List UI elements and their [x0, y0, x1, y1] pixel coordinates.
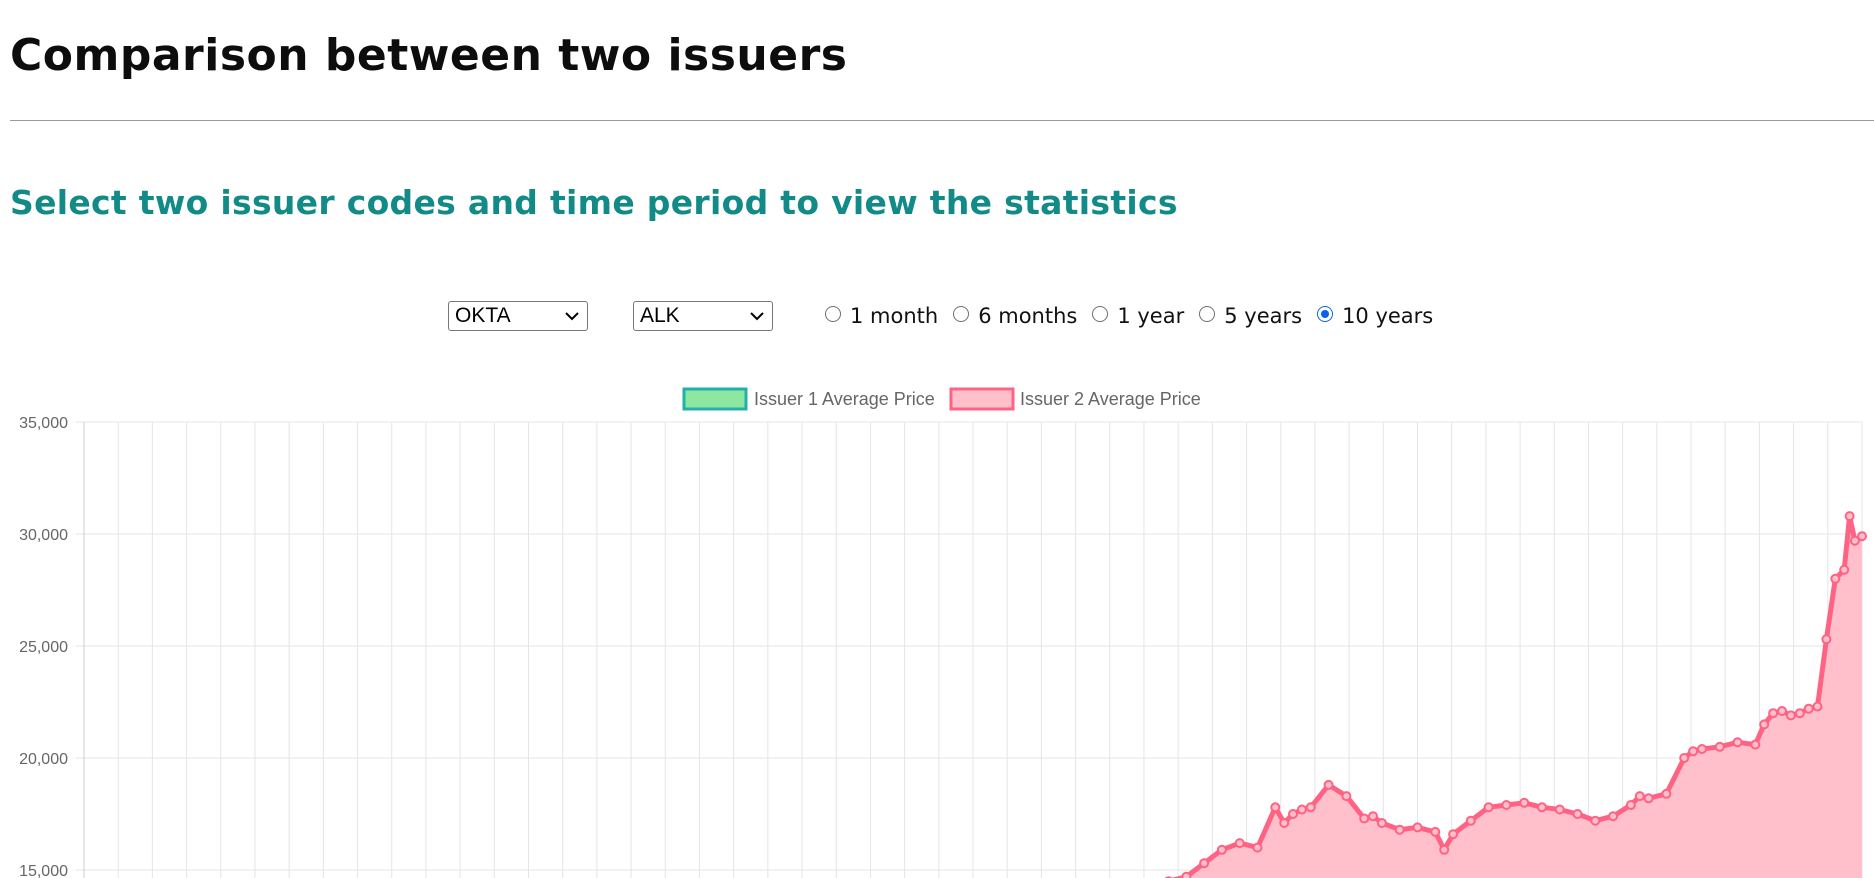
issuer-2-point[interactable] [1234, 838, 1245, 849]
issuer-2-point[interactable] [1439, 844, 1450, 855]
issuer-2-point[interactable] [1430, 826, 1441, 837]
issuer-2-select[interactable]: ALK [633, 301, 773, 331]
issuer-2-point[interactable] [1830, 573, 1841, 584]
legend-label-issuer-1: Issuer 1 Average Price [754, 389, 935, 409]
issuer-2-point[interactable] [1412, 822, 1423, 833]
issuer-2-point[interactable] [1839, 564, 1850, 575]
issuer-2-point[interactable] [1216, 844, 1227, 855]
issuer-2-point[interactable] [1634, 791, 1645, 802]
period-option-6-months[interactable]: 6 months [953, 304, 1077, 328]
issuer-2-point[interactable] [1359, 813, 1370, 824]
issuer-2-point[interactable] [1794, 708, 1805, 719]
issuer-2-point[interactable] [1590, 815, 1601, 826]
period-option-5-years[interactable]: 5 years [1199, 304, 1302, 328]
issuer-2-point[interactable] [1679, 753, 1690, 763]
issuer-2-point[interactable] [1785, 710, 1796, 721]
issuer-2-point[interactable] [1777, 706, 1787, 716]
issuer-2-point[interactable] [1252, 842, 1263, 853]
issuer-2-point[interactable] [1376, 818, 1387, 828]
page-subtitle: Select two issuer codes and time period … [10, 183, 1178, 222]
y-tick-label: 30,000 [19, 527, 68, 544]
issuer-2-point[interactable] [1448, 829, 1459, 840]
divider [10, 120, 1874, 121]
issuer-2-point[interactable] [1296, 804, 1307, 815]
period-option-10-years[interactable]: 10 years [1317, 304, 1433, 328]
issuer-2-point[interactable] [1323, 779, 1334, 790]
period-option-1-month[interactable]: 1 month [825, 304, 938, 328]
chart-legend: Issuer 1 Average Price Issuer 2 Average … [682, 387, 1201, 411]
issuer-2-value: ALK [640, 304, 680, 327]
period-label: 10 years [1342, 304, 1434, 328]
period-label: 6 months [978, 304, 1078, 328]
period-option-1-year[interactable]: 1 year [1092, 304, 1184, 328]
issuer-2-point[interactable] [1199, 858, 1210, 869]
filter-controls: OKTA ALK 1 month 6 months 1 year 5 years… [448, 300, 1448, 332]
issuer-2-point[interactable] [1732, 737, 1743, 748]
chevron-down-icon [750, 312, 764, 321]
issuer-2-point[interactable] [1844, 511, 1855, 522]
issuer-2-point[interactable] [1270, 802, 1281, 813]
issuer-2-point[interactable] [1750, 739, 1761, 750]
issuer-2-point[interactable] [1821, 634, 1832, 645]
legend-swatch-issuer-1 [682, 387, 748, 411]
radio-6-months[interactable] [953, 306, 970, 322]
radio-10-years[interactable] [1317, 306, 1334, 322]
issuer-2-point[interactable] [1554, 804, 1565, 815]
issuer-2-point[interactable] [1181, 871, 1192, 878]
period-label: 5 years [1224, 304, 1303, 328]
issuer-2-point[interactable] [1812, 701, 1823, 712]
y-axis: 35,000 30,000 25,000 20,000 15,000 [19, 415, 68, 878]
issuer-2-point[interactable] [1608, 811, 1619, 822]
issuer-2-point[interactable] [1572, 809, 1583, 819]
y-tick-label: 15,000 [19, 863, 68, 878]
chart-grid [76, 421, 1863, 878]
issuer-2-area [1181, 516, 1862, 878]
issuer-2-point[interactable] [1697, 744, 1707, 754]
page-title: Comparison between two issuers [10, 30, 848, 81]
issuer-2-point[interactable] [1661, 788, 1672, 799]
issuer-2-point[interactable] [1688, 746, 1699, 757]
price-comparison-chart: Issuer 1 Average Price Issuer 2 Average … [19, 387, 1867, 878]
plot-area [1164, 511, 1867, 878]
issuer-2-point[interactable] [1519, 797, 1530, 808]
issuer-2-point[interactable] [1394, 824, 1405, 835]
radio-1-year[interactable] [1092, 306, 1109, 322]
legend-label-issuer-2: Issuer 2 Average Price [1020, 389, 1201, 409]
issuer-1-value: OKTA [455, 304, 511, 327]
issuer-2-point[interactable] [1288, 809, 1298, 819]
issuer-2-point[interactable] [1465, 815, 1476, 826]
issuer-2-point[interactable] [1759, 719, 1770, 730]
y-tick-label: 20,000 [19, 751, 68, 768]
issuer-2-point[interactable] [1768, 708, 1779, 719]
issuer-2-point[interactable] [1368, 811, 1378, 822]
issuer-2-point[interactable] [1643, 793, 1654, 804]
period-label: 1 year [1117, 304, 1185, 328]
issuer-2-point[interactable] [1714, 741, 1725, 752]
issuer-1-select[interactable]: OKTA [448, 301, 588, 331]
issuer-2-point[interactable] [1483, 802, 1494, 813]
issuer-2-point[interactable] [1501, 800, 1512, 810]
period-label: 1 month [850, 304, 939, 328]
issuer-2-point[interactable] [1537, 802, 1547, 813]
legend-swatch-issuer-2 [949, 387, 1015, 411]
issuer-2-point[interactable] [1803, 703, 1814, 714]
issuer-2-point[interactable] [1625, 800, 1636, 810]
chevron-down-icon [565, 312, 579, 321]
issuer-2-point[interactable] [1857, 531, 1867, 542]
y-tick-label: 35,000 [19, 415, 68, 432]
issuer-2-point[interactable] [1341, 791, 1352, 802]
issuer-2-point[interactable] [1279, 818, 1290, 828]
period-radio-group: 1 month 6 months 1 year 5 years 10 years [825, 304, 1448, 328]
y-tick-label: 25,000 [19, 639, 68, 656]
radio-1-month[interactable] [825, 306, 841, 322]
radio-5-years[interactable] [1199, 306, 1216, 322]
issuer-2-point[interactable] [1305, 802, 1316, 813]
